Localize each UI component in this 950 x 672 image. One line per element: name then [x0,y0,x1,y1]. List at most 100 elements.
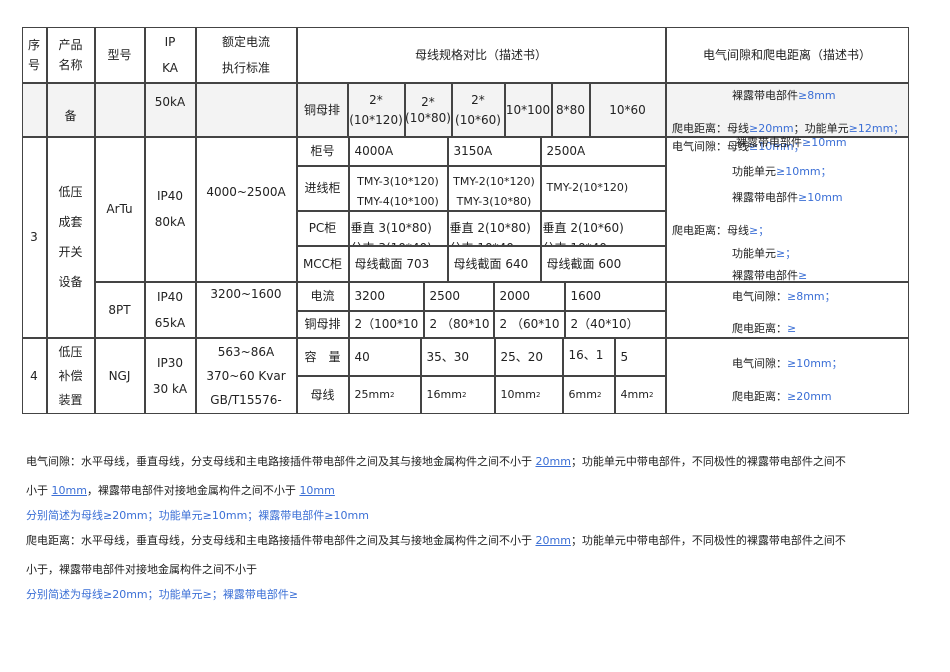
artu-val: 3150A [447,136,541,166]
document-page: 序号 产品 名称 型号 IP KA 额定电流 执行标准 母线规格对比（描述书） 电气间… [0,0,950,672]
t: 号 [27,57,40,72]
prev-spec: 2* (10*80) [404,82,452,137]
artu-val: 2500A [540,136,666,166]
t: 产品 [58,37,83,52]
v: ≥； [776,247,797,260]
t: TMY-3(10*120) [357,175,439,188]
t: ；功能单元中带电部件，不同极性的裸露带电部件之间不 [570,455,846,468]
v: 10mm [299,484,335,497]
prev-spec: 2* (10*60) [451,82,505,137]
artu-fu2: 功能单元≥； [732,245,796,261]
cell [94,82,145,137]
prev-spec: 10*60 [589,82,666,137]
v: ≥10mm [798,191,843,204]
t: 2* [421,94,435,109]
artu-val: TMY-2(10*120) TMY-3(10*80) [447,165,541,211]
bpt-val: 2000 [493,281,565,311]
t: (10*80) [405,110,451,125]
t: 电气间隙： [732,290,787,303]
artu-fu: 功能单元≥10mm； [732,163,832,179]
t: 爬电距离：母线 [672,224,749,237]
t: IP [164,34,176,49]
t: (10*60) [455,112,501,127]
sup: 2 [596,390,602,399]
v: 20mm [535,455,571,468]
t: TMY-2(10*120) [453,175,535,188]
header-current: 额定电流 执行标准 [195,26,297,83]
v: ≥8mm； [787,290,836,303]
t: 2* [369,92,383,107]
v: ≥； [749,224,770,237]
row3-name: 低压 成套 开关 设备 [46,136,95,338]
row4-name: 低压 补偿 装置 [46,337,95,414]
t: 电气间隙： [732,357,787,370]
artu-val: 垂直 2(10*60) 分支 10*40 [540,210,666,246]
t: 功能单元 [732,247,776,260]
v: ≥12mm； [848,122,905,135]
t: 电气间隙：水平母线，垂直母线，分支母线和主电路接插件带电部件之间及其与接地金属构… [26,455,536,468]
header-seq: 序号 [21,26,47,83]
row4-cap: 25、20 [494,337,563,376]
sup: 2 [389,390,395,399]
t: IP40 [156,289,184,304]
t: 30 kA [152,381,188,396]
t: 垂直 2(10*80) [449,220,531,235]
note-clearance-2: 小于 10mm，裸露带电部件对接地金属构件之间不小于 10mm [26,482,335,498]
t: 563~86A [217,344,275,359]
row4-bus: 6mm 2 [562,375,615,414]
t: 垂直 3(10*80) [350,220,432,235]
bpt-val: 2（40*10） [564,310,666,338]
t: 裸露带电部件 [736,136,802,149]
t: 装置 [58,392,83,407]
row4-current: 563~86A 370~60 Kvar GB/T15576- [195,337,297,414]
t: 6mm [568,387,597,401]
artu-val: 母线截面 600 [540,245,666,282]
cell [195,82,297,137]
row4-model: NGJ [94,337,145,414]
bpt-model: 8PT [94,281,145,338]
v: ≥10mm； [787,357,843,370]
t: 爬电距离： [732,390,787,403]
prev-spec: 2* (10*120) [347,82,405,137]
t: 分支 3(10*40) [351,238,432,245]
artu-cd: 爬电距离：母线≥； [672,222,769,238]
bpt-ec: 电气间隙：≥8mm； [732,288,836,304]
t: 成套 [58,215,83,229]
sup: 2 [648,390,654,399]
artu-val: 4000A [348,136,448,166]
row3-seq: 3 [21,136,47,338]
row4-cap: 16、1 [562,337,615,376]
header-model: 型号 [94,26,145,83]
t: TMY-4(10*100) [357,195,439,208]
v: 10mm [51,484,87,497]
t: 额定电流 [221,34,270,49]
v: ≥ [787,322,797,335]
artu-bare: 裸露带电部件≥10mm [732,189,843,205]
t: IP30 [156,355,184,370]
t: 执行标准 [221,60,270,75]
row4-seq: 4 [21,337,47,414]
t: 分支 10*40 [543,238,607,245]
t: 16mm [426,387,462,401]
artu-row-label: MCC柜 [296,245,349,282]
t: 裸露带电部件 [732,269,798,282]
bpt-val: 2500 [423,281,494,311]
artu-val: 母线截面 640 [447,245,541,282]
t: 2* [471,92,485,107]
row4-ip: IP30 30 kA [144,337,196,414]
artu-current: 4000~2500A [195,136,297,282]
t: 补偿 [58,368,83,383]
prev-name: 备 [46,82,95,137]
t: 65kA [154,315,186,330]
t: 370~60 Kvar [206,368,286,383]
artu-row-label: PC柜 [296,210,349,246]
t: 爬电距离： [732,322,787,335]
v: ≥10mm； [776,165,832,178]
t: 4mm [620,387,649,401]
prev-label: 铜母排 [296,82,348,137]
note-creepage-summary: 分别简述为母线≥20mm；功能单元≥；裸露带电部件≥ [26,588,299,601]
row4-cap: 35、30 [420,337,495,376]
t: 序 [27,37,40,52]
sup: 2 [461,390,467,399]
note-creepage: 爬电距离：水平母线，垂直母线，分支母线和主电路接插件带电部件之间及其与接地金属构… [26,532,846,548]
